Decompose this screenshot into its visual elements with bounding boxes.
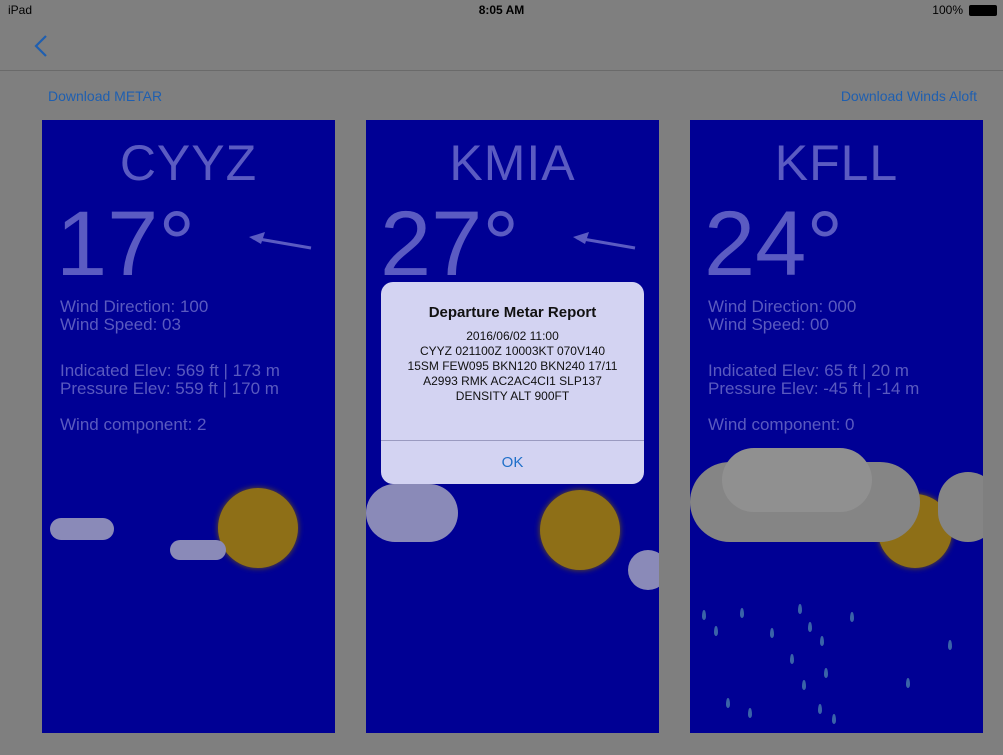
indicated-elevation: Indicated Elev: 569 ft | 173 m [60, 361, 280, 380]
raindrop-icon [808, 622, 812, 632]
download-metar-button[interactable]: Download METAR [48, 88, 162, 104]
wind-direction: Wind Direction: 100 [60, 297, 209, 316]
battery-percent: 100% [932, 3, 963, 17]
raindrop-icon [832, 714, 836, 724]
raindrop-icon [726, 698, 730, 708]
metar-line: 15SM FEW095 BKN120 BKN240 17/11 [407, 359, 618, 373]
raindrop-icon [790, 654, 794, 664]
navigation-bar [0, 22, 1003, 71]
cloud-icon [938, 472, 983, 542]
raindrop-icon [740, 608, 744, 618]
wind-speed: Wind Speed: 03 [60, 315, 181, 334]
raindrop-icon [748, 708, 752, 718]
alert-message: 2016/06/02 11:00 CYYZ 021100Z 10003KT 07… [381, 329, 644, 404]
metar-line: CYYZ 021100Z 10003KT 070V140 [419, 344, 606, 358]
station-code: KMIA [449, 135, 576, 191]
metar-line: A2993 RMK AC2AC4CI1 SLP137 [423, 374, 602, 388]
raindrop-icon [714, 626, 718, 636]
wind-arrow-icon [249, 232, 312, 250]
raindrop-icon [802, 680, 806, 690]
alert-title: Departure Metar Report [428, 304, 597, 321]
cloud-icon [366, 484, 458, 542]
status-bar: iPad 8:05 AM 100% [0, 0, 1003, 22]
raindrop-icon [824, 668, 828, 678]
pressure-elevation: Pressure Elev: -45 ft | -14 m [708, 379, 920, 398]
station-panel-kfll: KFLL 24° Wind Direction: 000 Wind Speed:… [690, 120, 983, 733]
sun-icon [540, 490, 620, 570]
station-code: CYYZ [119, 135, 258, 191]
battery-icon [969, 5, 997, 16]
wind-direction: Wind Direction: 000 [708, 297, 857, 316]
chevron-left-icon [34, 35, 47, 57]
metar-line: DENSITY ALT 900FT [455, 389, 570, 403]
back-button[interactable] [32, 34, 54, 58]
wind-arrow-icon [573, 232, 636, 250]
raindrop-icon [770, 628, 774, 638]
temperature: 17° [56, 193, 196, 295]
wind-component: Wind component: 0 [708, 415, 855, 434]
pressure-elevation: Pressure Elev: 559 ft | 170 m [60, 379, 279, 398]
temperature: 24° [704, 193, 844, 295]
cloud-icon [170, 540, 226, 560]
wind-speed: Wind Speed: 00 [708, 315, 829, 334]
cloud-icon [628, 550, 659, 590]
raindrop-icon [948, 640, 952, 650]
cloud-icon [50, 518, 114, 540]
raindrop-icon [820, 636, 824, 646]
raindrop-icon [702, 610, 706, 620]
metar-line: 2016/06/02 11:00 [466, 329, 559, 343]
station-panel-cyyz: CYYZ 17° Wind Direction: 100 Wind Speed:… [42, 120, 335, 733]
departure-metar-alert: Departure Metar Report 2016/06/02 11:00 … [381, 282, 644, 484]
clock: 8:05 AM [478, 3, 525, 17]
indicated-elevation: Indicated Elev: 65 ft | 20 m [708, 361, 909, 380]
ok-button[interactable]: OK [381, 441, 644, 484]
download-winds-aloft-button[interactable]: Download Winds Aloft [841, 88, 977, 104]
raindrop-icon [818, 704, 822, 714]
station-code: KFLL [774, 135, 899, 191]
sun-icon [218, 488, 298, 568]
cloud-icon [722, 448, 872, 512]
raindrop-icon [798, 604, 802, 614]
raindrop-icon [906, 678, 910, 688]
wind-component: Wind component: 2 [60, 415, 207, 434]
raindrop-icon [850, 612, 854, 622]
